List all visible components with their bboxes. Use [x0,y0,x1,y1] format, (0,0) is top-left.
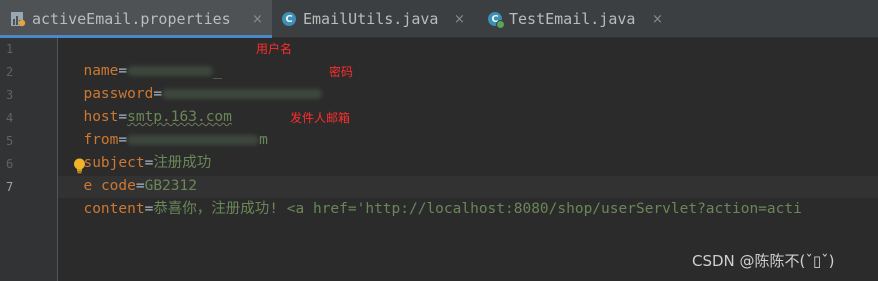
tab-label: TestEmail.java [509,10,636,28]
property-value: 恭喜你，注册成功! <a href='http://localhost:8080… [153,201,802,217]
code-line[interactable]: from= m [66,107,267,148]
line-number: 2 [6,65,14,79]
value-tail: m [259,132,268,148]
code-line[interactable]: host=smtp.163.com [66,84,231,125]
close-icon[interactable]: × [454,12,465,27]
tab-testemail-java[interactable]: C TestEmail.java × [488,0,678,38]
annotation-sender-email: 发件人邮箱 [290,111,351,125]
code-line[interactable]: name= _ [66,38,231,79]
property-key: content [83,201,145,217]
line-number: 4 [6,111,14,125]
close-icon[interactable]: × [252,12,263,27]
tab-activeemail-properties[interactable]: activeEmail.properties × [0,0,272,38]
lightbulb-icon[interactable] [73,158,86,174]
properties-file-icon [10,11,26,27]
code-line[interactable]: subject=注册成功 [66,130,211,171]
code-line-current[interactable]: content=恭喜你，注册成功! <a href='http://localh… [66,176,801,217]
line-number: 5 [6,134,14,148]
java-class-icon: C [282,12,296,26]
equals-sign: = [144,201,154,217]
line-number: 3 [6,88,14,102]
close-icon[interactable]: × [652,12,663,27]
tab-label: EmailUtils.java [303,10,439,28]
tab-emailutils-java[interactable]: C EmailUtils.java × [282,0,472,38]
line-number: 6 [6,157,14,171]
tab-label: activeEmail.properties [32,10,231,28]
line-number: 1 [6,42,14,56]
annotation-password: 密码 [329,65,354,79]
line-number-current: 7 [6,180,14,194]
watermark: CSDN @陈陈不(ˇ▯ˇ) [692,252,835,270]
java-runnable-class-icon: C [488,12,505,29]
editor-tab-bar: activeEmail.properties × C EmailUtils.ja… [0,0,878,38]
code-line[interactable]: password= [66,61,323,102]
annotation-username: 用户名 [256,42,293,56]
